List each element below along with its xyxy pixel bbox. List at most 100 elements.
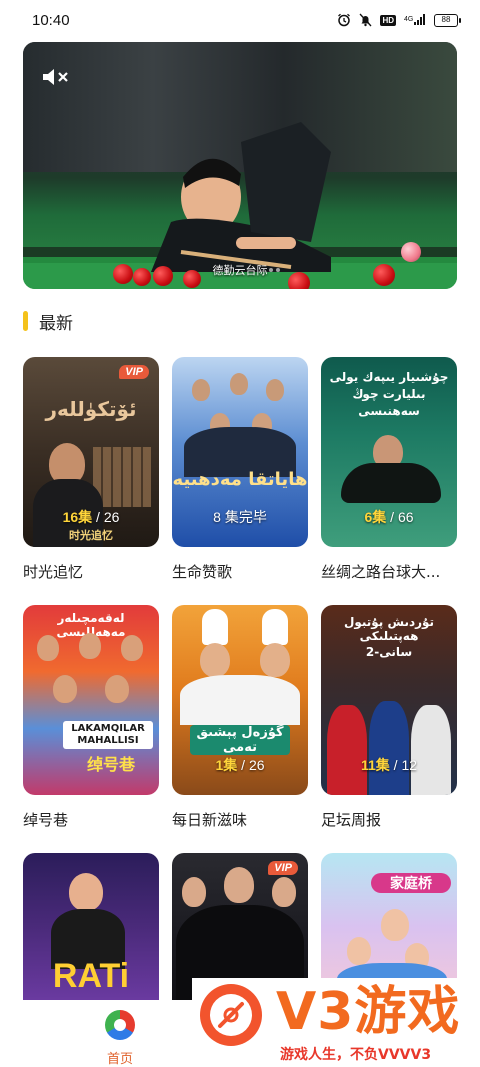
episode-total: 66 xyxy=(397,509,414,525)
card-title: 丝绸之路台球大... xyxy=(321,563,441,581)
poster-title-art: ﺋﯚﺗﻜﯜﻟﻠﻪﺭ xyxy=(45,397,137,421)
show-poster: ﻫﺎﻳﺎﺗﻘﺎ ﻣﻪﺩﻫﯩﻴﻪ 8 集完毕 xyxy=(172,357,308,547)
poster-figure xyxy=(260,643,290,677)
poster-figure xyxy=(182,877,206,907)
poster-figure xyxy=(121,635,143,661)
poster-title-art: ﺗﯘﺭﺩﯨﺶ ﭘﯘﺗﺒﻮﻝ ﮬﻪﭘﺘﯩﻠﯩﻜﻰ xyxy=(343,615,435,643)
watermark-brand: V3游戏 xyxy=(276,982,461,1042)
poster-figure xyxy=(37,635,59,661)
episode-total: 12 xyxy=(401,757,418,773)
section-accent-bar xyxy=(23,311,28,331)
episode-current: 8 xyxy=(213,509,221,525)
show-card[interactable]: RATi xyxy=(23,853,159,1000)
poster-figure xyxy=(224,867,254,903)
poster-title-art: ﭼﯘﺷﯩﻴﺎﺭ ﻳﯩﭙﻪﻙ ﻳﻮﻟﻰ ﺑﯩﻠﻴﺎﺭﺕ ﭼﻮﯓ ﺳﻪﻫﻨﯩﺴﻰ xyxy=(329,370,449,418)
poster-figure-body xyxy=(180,675,300,725)
mute-button[interactable] xyxy=(41,66,73,88)
mute-bell-icon xyxy=(359,13,372,27)
episode-total: 26 xyxy=(248,757,265,773)
episode-count: 1集 / 26 xyxy=(172,755,308,775)
show-poster: RATi xyxy=(23,853,159,1000)
poster-figure xyxy=(79,633,101,659)
svg-text:4G: 4G xyxy=(404,16,413,23)
poster-figure xyxy=(230,373,248,395)
nav-home-label: 首页 xyxy=(106,1052,133,1067)
show-poster: ﻟﻪﻗﻪﻣﭽﯩﻠﻪﺭ ﻣﻪﮬﻪﻟﻠﯩﺴﻰ LAKAMQILAR MAHALLIS… xyxy=(23,605,159,795)
poster-figure xyxy=(266,379,284,401)
card-title: 绰号巷 xyxy=(23,811,69,829)
vip-badge: VIP xyxy=(119,365,149,379)
carousel-dots xyxy=(269,268,280,272)
episode-unit: 集 xyxy=(78,509,93,525)
poster-figure xyxy=(105,675,129,703)
status-icons: HD 4G 88 xyxy=(337,13,461,28)
show-card[interactable]: ﺗﯘﺭﺩﯨﺶ ﭘﯘﺗﺒﻮﻝ ﮬﻪﭘﺘﯩﻠﯩﻜﻰ 2-ﺳﺎﻧﻰ 11集 / 12 … xyxy=(321,605,457,830)
card-title: 足坛周报 xyxy=(321,811,382,829)
show-card[interactable]: ﻫﺎﻳﺎﺗﻘﺎ ﻣﻪﺩﻫﯩﻴﻪ 8 集完毕 生命赞歌 xyxy=(172,357,308,582)
nav-home[interactable]: 首页 xyxy=(100,1010,140,1067)
poster-figure-body xyxy=(341,463,441,503)
poster-figure-body xyxy=(411,705,451,795)
watermark-slogan: 游戏人生，不负VVVV3 xyxy=(280,1047,432,1063)
episode-count: 11集 / 12 xyxy=(321,755,457,775)
card-title: 每日新滋味 xyxy=(172,811,248,829)
carousel-dot xyxy=(269,268,273,272)
poster-figure xyxy=(347,937,371,965)
poster-title-art: 家庭桥 xyxy=(371,873,451,893)
poster-title-art: ﮔﯘﺯﻩﻝ ﭘﯧﺸﯩﻖ ﺗﻪﻣﻰ xyxy=(190,725,290,755)
hero-banner[interactable]: 德勤云台际 xyxy=(23,42,457,289)
poster-figure xyxy=(192,379,210,401)
episode-total: 26 xyxy=(103,509,120,525)
vip-badge: VIP xyxy=(268,861,298,875)
section-title: 最新 xyxy=(39,313,73,334)
section-header: 最新 xyxy=(23,309,73,334)
chef-hat xyxy=(202,609,228,645)
poster-figure xyxy=(200,643,230,677)
poster-title-art: ﻫﺎﻳﺎﺗﻘﺎ ﻣﻪﺩﻫﯩﻴﻪ xyxy=(172,469,308,490)
episode-count: 16集 / 26 xyxy=(23,507,159,527)
poster-title-art: 2-ﺳﺎﻧﻰ xyxy=(365,645,413,659)
status-bar: 10:40 HD 4G 88 xyxy=(0,0,480,40)
show-poster: ﭼﯘﺷﯩﻴﺎﺭ ﻳﯩﭙﻪﻙ ﻳﻮﻟﻰ ﺑﯩﻠﻴﺎﺭﺕ ﭼﻮﯓ ﺳﻪﻫﻨﯩﺴﻰ 6集… xyxy=(321,357,457,547)
home-icon xyxy=(105,1010,135,1040)
player-illustration xyxy=(151,122,331,272)
poster-figure-body xyxy=(327,705,367,795)
show-card[interactable]: ﻟﻪﻗﻪﻣﭽﯩﻠﻪﺭ ﻣﻪﮬﻪﻟﻠﯩﺴﻰ LAKAMQILAR MAHALLIS… xyxy=(23,605,159,830)
episode-unit: 集 xyxy=(223,757,238,773)
poster-figure-body xyxy=(369,701,409,795)
episode-separator: / xyxy=(92,509,104,525)
poster-figure xyxy=(272,877,296,907)
poster-figure xyxy=(69,873,103,911)
show-poster: ﺋﯚﺗﻜﯜﻟﻠﻪﺭ VIP 16集 / 26 时光追忆 xyxy=(23,357,159,547)
episode-unit: 集完毕 xyxy=(224,509,267,525)
episode-unit: 集 xyxy=(372,509,387,525)
signal-icon: 4G xyxy=(404,13,426,28)
battery-icon: 88 xyxy=(434,13,461,27)
poster-subtitle: 时光追忆 xyxy=(69,529,113,542)
poster-figure xyxy=(381,909,409,941)
show-card[interactable]: ﺋﯚﺗﻜﯜﻟﻠﻪﺭ VIP 16集 / 26 时光追忆 时光追忆 xyxy=(23,357,159,582)
card-title: 时光追忆 xyxy=(23,563,84,581)
episode-current: 11 xyxy=(360,757,376,773)
poster-figure xyxy=(53,675,77,703)
show-poster: ﺗﯘﺭﺩﯨﺶ ﭘﯘﺗﺒﻮﻝ ﮬﻪﭘﺘﯩﻠﯩﻜﻰ 2-ﺳﺎﻧﻰ 11集 / 12 xyxy=(321,605,457,795)
show-poster: ﮔﯘﺯﻩﻝ ﭘﯧﺸﯩﻖ ﺗﻪﻣﻰ 1集 / 26 xyxy=(172,605,308,795)
episode-separator: / xyxy=(386,509,398,525)
watermark-logo xyxy=(200,984,262,1046)
episode-count: 8 集完毕 xyxy=(172,507,308,527)
alarm-icon xyxy=(337,13,351,27)
episode-separator: / xyxy=(389,757,402,773)
episode-separator: / xyxy=(237,757,249,773)
poster-title-art: RATi xyxy=(52,957,130,995)
banner-caption: 德勤云台际 xyxy=(212,264,268,277)
pink-ball xyxy=(401,242,421,262)
status-time: 10:40 xyxy=(32,11,70,29)
chef-hat xyxy=(262,609,288,645)
card-title: 生命赞歌 xyxy=(172,563,233,581)
hd-badge: HD xyxy=(380,14,396,26)
show-card[interactable]: ﭼﯘﺷﯩﻴﺎﺭ ﻳﯩﭙﻪﻙ ﻳﻮﻟﻰ ﺑﯩﻠﻴﺎﺭﺕ ﭼﻮﯓ ﺳﻪﻫﻨﯩﺴﻰ 6集… xyxy=(321,357,457,582)
poster-subtitle: 绰号巷 xyxy=(86,755,135,774)
watermark-overlay: V3游戏 游戏人生，不负VVVV3 xyxy=(192,978,480,1067)
show-card[interactable]: ﮔﯘﺯﻩﻝ ﭘﯧﺸﯩﻖ ﺗﻪﻣﻰ 1集 / 26 每日新滋味 xyxy=(172,605,308,830)
episode-unit: 集 xyxy=(375,757,390,773)
